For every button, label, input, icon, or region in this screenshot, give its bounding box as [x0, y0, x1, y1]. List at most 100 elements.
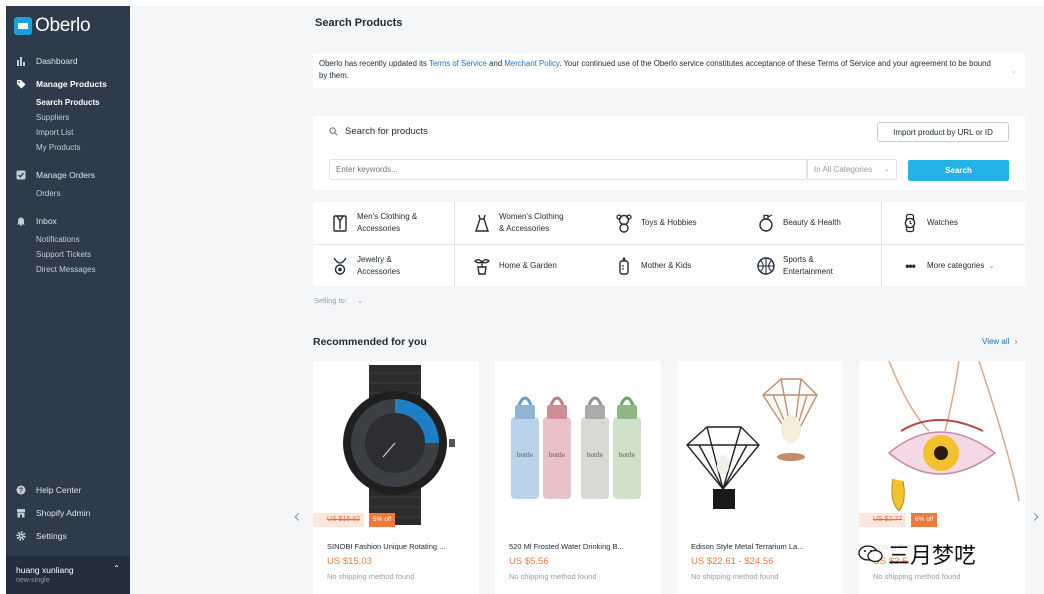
selling-to-label: Selling to: [314, 296, 347, 305]
original-price: US $15.82 [313, 513, 365, 527]
carousel-next-arrow[interactable]: › [1033, 506, 1039, 527]
shirt-icon [329, 212, 351, 234]
sidebar-item-help-center[interactable]: ? Help Center [6, 478, 130, 501]
user-account-menu[interactable]: huang xunliang new-single ⌃ [6, 556, 130, 594]
notice-text: and [487, 59, 505, 68]
watermark: 三月梦呓 [858, 538, 976, 570]
sidebar-item-label: Help Center [36, 484, 82, 495]
sidebar-item-dashboard[interactable]: Dashboard [6, 49, 130, 72]
plant-icon [471, 255, 493, 277]
terms-of-service-link[interactable]: Terms of Service [429, 59, 487, 68]
search-card: Search for products Import product by UR… [313, 116, 1025, 190]
app-window: Oberlo Dashboard Manage Products Search … [6, 6, 1044, 594]
sidebar-item-suppliers[interactable]: Suppliers [6, 110, 130, 125]
category-label: Beauty & Health [783, 218, 841, 227]
category-label: Home & Garden [499, 261, 557, 270]
product-image-lamps [677, 361, 843, 529]
category-womens-clothing[interactable]: Women's Clothing & Accessories [471, 202, 564, 244]
chevron-down-icon[interactable]: ⌄ [1010, 65, 1017, 77]
product-card[interactable]: bottle bottle bottle bottle 520 Ml Frosted … [495, 361, 661, 594]
shipping-status: No shipping method found [691, 572, 779, 581]
sidebar-item-label: Settings [36, 530, 67, 541]
category-label: & Accessories [499, 224, 550, 233]
category-mother-kids[interactable]: Mother & Kids [613, 245, 691, 287]
recommended-title: Recommended for you [313, 336, 427, 348]
keywords-input[interactable] [329, 159, 807, 180]
sidebar-item-support-tickets[interactable]: Support Tickets [6, 247, 130, 262]
category-label: Men's Clothing & [357, 212, 418, 221]
check-box-icon [16, 170, 26, 180]
sidebar-item-manage-products[interactable]: Manage Products [6, 72, 130, 95]
product-card[interactable]: US $15.82 5% off SINOBI Fashion Unique R… [313, 361, 479, 594]
product-name: 520 Ml Frosted Water Drinking B... [509, 542, 624, 551]
merchant-policy-link[interactable]: Merchant Policy [504, 59, 559, 68]
sidebar-item-inbox[interactable]: Inbox [6, 209, 130, 232]
search-button[interactable]: Search [908, 160, 1009, 181]
category-watches[interactable]: Watches [899, 202, 958, 244]
import-by-url-button[interactable]: Import product by URL or ID [877, 122, 1009, 142]
sidebar-item-settings[interactable]: Settings [6, 524, 130, 547]
category-label: Women's Clothing [499, 212, 564, 221]
category-home-garden[interactable]: Home & Garden [471, 245, 557, 287]
category-label: Mother & Kids [641, 261, 692, 270]
sidebar-item-shopify-admin[interactable]: Shopify Admin [6, 501, 130, 524]
category-jewelry[interactable]: Jewelry & Accessories [329, 245, 400, 287]
perfume-icon [755, 212, 777, 234]
view-all-label: View all [982, 337, 1010, 346]
watermark-text: 三月梦呓 [888, 544, 977, 569]
selling-to-select[interactable]: Selling to: ⌄ [314, 296, 363, 305]
more-icon: ••• [905, 259, 916, 273]
teddy-bear-icon [613, 212, 635, 234]
sidebar-item-manage-orders[interactable]: Manage Orders [6, 163, 130, 186]
category-label: Accessories [357, 267, 401, 276]
bell-icon [16, 216, 26, 226]
product-price: US $22.61 - $24.56 [691, 556, 774, 567]
sidebar-item-notifications[interactable]: Notifications [6, 232, 130, 247]
category-mens-clothing[interactable]: Men's Clothing & Accessories [329, 202, 417, 244]
sidebar-item-label: Dashboard [36, 55, 78, 66]
chevron-down-icon: ⌄ [884, 166, 890, 173]
more-categories-dropdown[interactable]: ••• More categories ⌄ [899, 245, 995, 287]
sidebar-item-direct-messages[interactable]: Direct Messages [6, 262, 130, 277]
category-label: Toys & Hobbies [641, 218, 697, 227]
watch-icon [899, 212, 921, 234]
view-all-link[interactable]: View all › [982, 337, 1017, 346]
category-beauty-health[interactable]: Beauty & Health [755, 202, 841, 244]
category-label: Sports & [783, 255, 814, 264]
chevron-down-icon: ⌄ [357, 296, 364, 305]
svg-text:bottle: bottle [517, 451, 533, 459]
sidebar-item-label: Manage Orders [36, 169, 96, 180]
category-label: Entertainment [783, 267, 833, 276]
product-name: SINOBI Fashion Unique Rotating ... [327, 542, 446, 551]
page-title: Search Products [315, 17, 403, 29]
brand[interactable]: Oberlo [6, 6, 130, 46]
chevron-right-icon: › [1014, 337, 1018, 346]
category-select-value: In All Categories [814, 165, 873, 174]
search-title: Search for products [345, 126, 428, 137]
sidebar-item-search-products[interactable]: Search Products [6, 95, 130, 110]
sidebar-item-label: Manage Products [36, 78, 107, 89]
dress-icon [471, 212, 493, 234]
discount-badge: 6% off [911, 513, 938, 527]
product-card[interactable]: Edison Style Metal Terrarium La... US $2… [677, 361, 843, 594]
sidebar-item-import-list[interactable]: Import List [6, 125, 130, 140]
shipping-status: No shipping method found [873, 572, 961, 581]
store-name: new-single [16, 577, 50, 584]
product-image-necklace [859, 361, 1025, 529]
category-label: Watches [927, 218, 958, 227]
category-grid: Men's Clothing & Accessories Women's Clot… [313, 202, 1025, 286]
svg-text:bottle: bottle [587, 451, 603, 459]
tag-icon [16, 79, 26, 89]
product-name: Edison Style Metal Terrarium La... [691, 542, 804, 551]
sidebar-item-my-products[interactable]: My Products [6, 140, 130, 155]
carousel-prev-arrow[interactable]: ‹ [294, 506, 300, 527]
category-toys-hobbies[interactable]: Toys & Hobbies [613, 202, 697, 244]
ball-icon [755, 255, 777, 277]
sidebar-item-orders[interactable]: Orders [6, 186, 130, 201]
baby-bottle-icon [613, 255, 635, 277]
notice-text: Oberlo has recently updated its [319, 59, 429, 68]
help-icon: ? [16, 485, 26, 495]
category-select[interactable]: In All Categories ⌄ [807, 159, 897, 180]
category-sports[interactable]: Sports & Entertainment [755, 245, 833, 287]
product-price: US $15.03 [327, 556, 372, 567]
